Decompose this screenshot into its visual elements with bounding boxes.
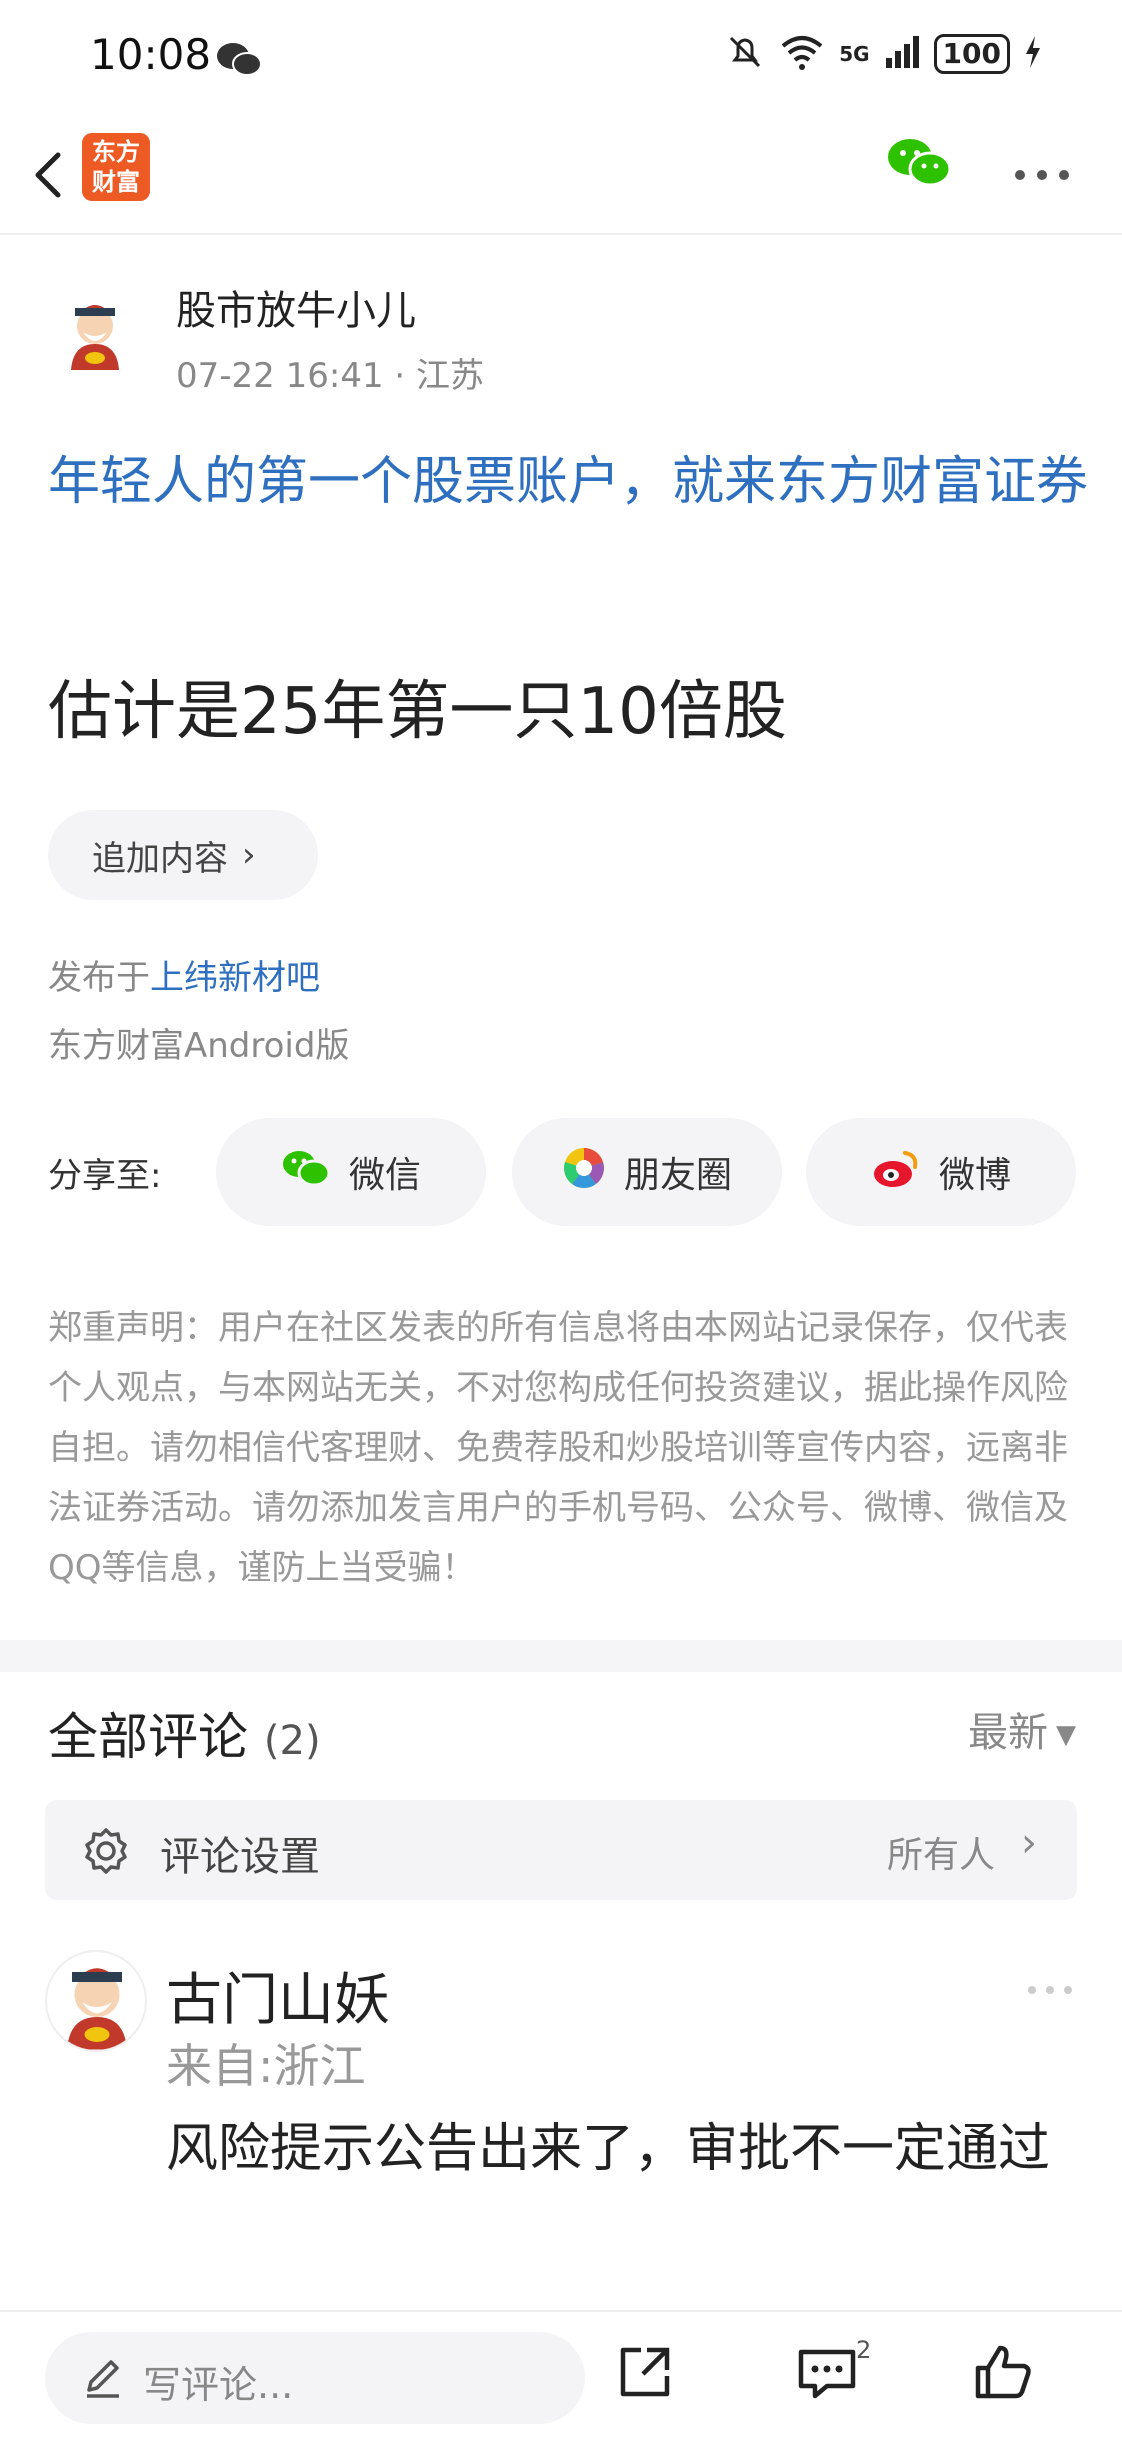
comment-placeholder: 写评论...: [143, 2363, 294, 2407]
wechat-icon: [281, 1147, 331, 1198]
author-name[interactable]: 股市放牛小儿: [176, 278, 416, 336]
comment-settings-value: 所有人: [886, 1835, 995, 1876]
chevron-right-icon: ›: [242, 835, 256, 875]
comment-more-icon[interactable]: [1026, 1980, 1074, 2004]
gear-icon: [81, 1826, 131, 1880]
add-content-button[interactable]: 追加内容 ›: [48, 810, 318, 900]
commenter-name[interactable]: 古门山妖: [166, 1955, 390, 2036]
back-arrow-icon[interactable]: [22, 137, 82, 213]
more-options-icon[interactable]: [1012, 145, 1072, 209]
status-icons: 5G 100: [725, 32, 1042, 76]
logo-text-line1: 东方: [92, 138, 140, 166]
bottom-action-bar: 写评论... 2: [0, 2310, 1122, 2442]
section-divider: [0, 1640, 1122, 1672]
commenter-avatar[interactable]: [45, 1950, 147, 2052]
top-navigation-bar: 东方 财富: [0, 115, 1122, 235]
network-label: 5G: [839, 42, 870, 66]
comment-settings-row[interactable]: 评论设置 所有人 ›: [45, 1800, 1077, 1900]
comments-heading: 全部评论 (2): [48, 1697, 321, 1769]
status-bar: 10:08 5G 100: [0, 0, 1122, 115]
weibo-icon: [871, 1147, 921, 1198]
comment-text: 风险提示公告出来了，审批不一定通过: [166, 2119, 1051, 2179]
published-prefix: 发布于: [48, 958, 150, 998]
comments-count: (2): [263, 1718, 321, 1764]
sort-dropdown[interactable]: 最新 ▼: [968, 1700, 1076, 1758]
client-source: 东方财富Android版: [48, 1026, 350, 1066]
published-in: 发布于上纬新材吧: [48, 950, 320, 999]
commenter-location: 来自:浙江: [166, 2039, 366, 2093]
share-wechat-label: 微信: [348, 1155, 421, 1196]
comment-icon[interactable]: [795, 2342, 859, 2406]
chevron-right-icon: ›: [1021, 1820, 1037, 1866]
share-moments-label: 朋友圈: [623, 1155, 732, 1196]
wechat-notification-icon: [215, 40, 263, 84]
signal-icon: [884, 34, 920, 74]
share-label: 分享至:: [48, 1156, 162, 1196]
charging-icon: [1024, 34, 1042, 74]
disclaimer-text: 郑重声明：用户在社区发表的所有信息将由本网站记录保存，仅代表个人观点，与本网站无…: [48, 1308, 1068, 1588]
sort-label: 最新: [968, 1710, 1048, 1756]
wifi-icon: [779, 32, 825, 76]
comment-settings-label: 评论设置: [160, 1834, 320, 1880]
moments-icon: [562, 1146, 606, 1199]
wechat-share-icon[interactable]: [886, 135, 952, 195]
status-time: 10:08: [90, 30, 212, 79]
share-moments-button[interactable]: 朋友圈: [512, 1118, 782, 1226]
post-title: 估计是25年第一只10倍股: [48, 675, 787, 749]
share-weibo-label: 微博: [938, 1155, 1011, 1196]
caret-down-icon: ▼: [1056, 1720, 1076, 1750]
forum-link[interactable]: 上纬新材吧: [150, 958, 320, 998]
share-wechat-button[interactable]: 微信: [216, 1118, 486, 1226]
author-avatar[interactable]: [55, 292, 135, 372]
logo-text-line2: 财富: [92, 168, 140, 196]
add-content-label: 追加内容: [92, 838, 228, 879]
pencil-icon: [83, 2356, 123, 2404]
battery-indicator: 100: [933, 34, 1010, 74]
post-meta: 07-22 16:41 · 江苏: [176, 356, 485, 396]
mute-icon: [725, 32, 765, 76]
comment-count-badge: 2: [856, 2336, 872, 2364]
comments-title: 全部评论: [48, 1708, 248, 1766]
write-comment-input[interactable]: 写评论...: [45, 2332, 585, 2424]
eastmoney-logo[interactable]: 东方 财富: [82, 133, 150, 201]
promo-link[interactable]: 年轻人的第一个股票账户，就来东方财富证券: [48, 440, 1088, 524]
share-icon[interactable]: [615, 2342, 675, 2406]
share-weibo-button[interactable]: 微博: [806, 1118, 1076, 1226]
like-thumb-icon[interactable]: [972, 2342, 1036, 2406]
